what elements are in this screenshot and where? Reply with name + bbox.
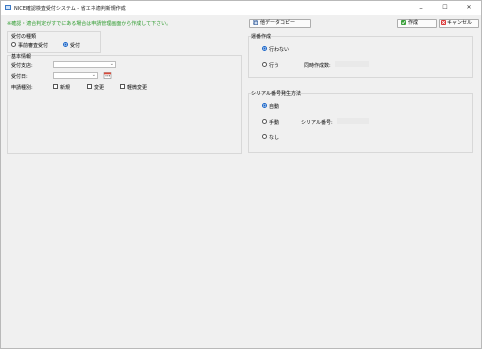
minimize-button[interactable]: – [413,3,429,13]
serial-manual-label: 手動 [269,120,280,126]
ledger-no-radio[interactable] [262,46,267,51]
app-icon [5,5,11,10]
date-label: 受付日: [11,74,28,80]
title-bar: NICE確認検査受付システム - 省エネ適判新規作成 – ☐ ✕ [1,1,481,15]
office-label: 受付支店: [11,63,33,69]
basic-info-title: 基本情報 [11,54,32,60]
new-label: 新規 [60,85,71,91]
serial-manual-radio[interactable] [262,119,267,124]
create-button-label: 作成 [408,20,419,26]
cancel-button-label: キャンセル [447,20,473,26]
serial-number-field [337,118,369,124]
copy-button-label: 他データコピー [260,20,296,26]
minor-change-label: 軽微変更 [127,85,148,91]
window-title: NICE確認検査受付システム - 省エネ適判新規作成 [14,6,126,12]
reception-label: 受付 [70,43,81,49]
reception-type-title: 受付の種類 [11,34,37,40]
serial-none-label: なし [269,135,280,141]
calendar-icon[interactable] [103,72,112,79]
serial-none-radio[interactable] [262,134,267,139]
ledger-yes-label: 行う [269,63,280,69]
minor-change-checkbox[interactable] [120,84,125,89]
simultaneous-count-field [335,61,369,67]
date-input[interactable]: ⌄ [53,72,98,79]
ledger-title: 運番作成 [251,34,272,40]
serial-number-label: シリアル番号: [301,120,333,126]
pre-review-radio[interactable] [11,42,16,47]
app-window: NICE確認検査受付システム - 省エネ適判新規作成 – ☐ ✕ ※確認・適合判… [0,0,482,349]
app-type-label: 申請種別: [11,85,33,91]
notice-text: ※確認・適合判定がすでにある場合は申請管理画面から作成して下さい。 [7,21,172,27]
serial-auto-label: 自動 [269,104,280,110]
reception-radio[interactable] [63,42,68,47]
ledger-no-label: 行わない [269,47,290,53]
chevron-down-icon: ⌄ [91,72,96,78]
new-checkbox[interactable] [53,84,58,89]
pre-review-label: 事前審査受付 [18,43,49,49]
basic-info-group [7,55,242,154]
cancel-icon [441,20,446,25]
ledger-group [248,36,473,78]
chevron-down-icon: ⌄ [109,61,114,67]
check-icon [401,20,406,25]
change-checkbox[interactable] [87,84,92,89]
simultaneous-count-label: 同時作成数: [304,63,331,69]
create-button[interactable]: 作成 [397,19,437,28]
cancel-button[interactable]: キャンセル [439,19,479,28]
maximize-button[interactable]: ☐ [437,3,453,13]
close-button[interactable]: ✕ [461,3,477,13]
serial-auto-radio[interactable] [262,103,267,108]
copy-icon [253,20,258,25]
change-label: 変更 [94,85,105,91]
ledger-yes-radio[interactable] [262,62,267,67]
serial-title: シリアル番号発生方法 [251,91,301,97]
copy-other-data-button[interactable]: 他データコピー [249,19,311,28]
office-select[interactable]: ⌄ [53,61,116,68]
